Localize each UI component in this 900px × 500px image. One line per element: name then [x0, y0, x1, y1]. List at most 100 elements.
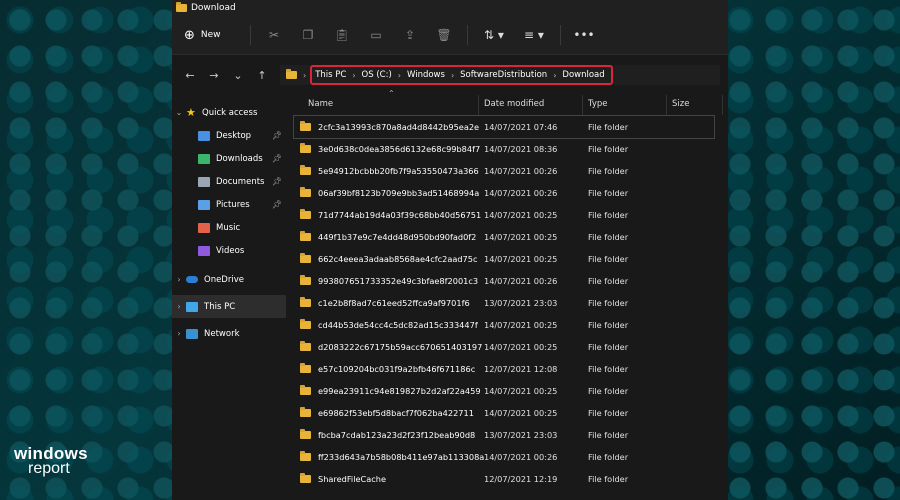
list-item[interactable]: d2083222c67175b59acc670651403197 14/07/20…: [286, 336, 728, 358]
sidebar-item-downloads[interactable]: Downloads 📌︎: [172, 147, 286, 170]
list-item[interactable]: fbcba7cdab123a23d2f23f12beab90d8 13/07/20…: [286, 424, 728, 446]
list-item[interactable]: 71d7744ab19d4a03f39c68bb40d56751 14/07/20…: [286, 204, 728, 226]
list-item[interactable]: 993807651733352e49c3bfae8f2001c3 14/07/20…: [286, 270, 728, 292]
sidebar-item-desktop[interactable]: Desktop 📌︎: [172, 124, 286, 147]
breadcrumb-windows[interactable]: Windows: [407, 70, 445, 80]
network-icon: [186, 328, 198, 339]
column-header-type[interactable]: Type: [588, 99, 608, 109]
breadcrumb-this-pc[interactable]: This PC: [315, 70, 346, 80]
list-item[interactable]: cd44b53de54cc4c5dc82ad15c333447f 14/07/20…: [286, 314, 728, 336]
sidebar-item-music[interactable]: Music: [172, 216, 286, 239]
navigation-pane: ⌄ ★ Quick access Desktop 📌︎ Downloads 📌︎ Doc…: [172, 95, 286, 500]
chevron-right-icon[interactable]: ›: [451, 71, 454, 80]
column-divider[interactable]: [722, 95, 723, 115]
delete-button[interactable]: 🗑︎: [427, 28, 461, 42]
file-name: e69862f53ebf5d8bacf7f062ba422711: [318, 408, 474, 418]
pictures-icon: [198, 199, 210, 210]
cut-button[interactable]: ✂: [257, 28, 291, 42]
chevron-right-icon[interactable]: ›: [553, 71, 556, 80]
recent-locations-button[interactable]: ⌄: [226, 69, 250, 82]
list-item[interactable]: ff233d643a7b58b08b411e97ab113308a 14/07/2…: [286, 446, 728, 468]
list-item[interactable]: 449f1b37e9c7e4dd48d950bd90fad0f2 14/07/20…: [286, 226, 728, 248]
back-button[interactable]: ←: [178, 69, 202, 82]
arrow-left-icon: ←: [185, 68, 195, 82]
chevron-down-icon: ⌄: [233, 68, 243, 82]
folder-icon: [300, 429, 311, 439]
file-date: 12/07/2021 12:19: [484, 474, 558, 484]
forward-button[interactable]: →: [202, 69, 226, 82]
chevron-right-icon[interactable]: ›: [172, 329, 186, 338]
file-type: File folder: [588, 254, 629, 264]
sidebar-item-documents[interactable]: Documents 📌︎: [172, 170, 286, 193]
more-options-button[interactable]: •••: [567, 28, 601, 42]
chevron-right-icon[interactable]: ›: [172, 275, 186, 284]
file-name: e99ea23911c94e819827b2d2af22a459: [318, 386, 481, 396]
chevron-down-icon[interactable]: ⌄: [172, 108, 186, 117]
list-item[interactable]: e57c109204bc031f9a2bfb46f671186c 12/07/20…: [286, 358, 728, 380]
column-header-date[interactable]: Date modified: [484, 99, 544, 109]
up-button[interactable]: ↑: [250, 69, 274, 82]
list-item[interactable]: 06af39bf8123b709e9bb3ad51468994a 14/07/20…: [286, 182, 728, 204]
file-date: 14/07/2021 00:25: [484, 342, 558, 352]
computer-icon: [186, 301, 198, 312]
list-item[interactable]: 5e94912bcbbb20fb7f9a53550473a366 14/07/20…: [286, 160, 728, 182]
sidebar-item-label: Pictures: [216, 199, 250, 210]
file-name: 06af39bf8123b709e9bb3ad51468994a: [318, 188, 480, 198]
file-name: 3e0d638c0dea3856d6132e68c99b84f7: [318, 144, 481, 154]
sidebar-item-onedrive[interactable]: › OneDrive: [172, 268, 286, 291]
chevron-right-icon[interactable]: ›: [172, 302, 186, 311]
list-item[interactable]: 2cfc3a13993c870a8ad4d8442b95ea2e 14/07/20…: [293, 115, 715, 139]
trash-icon: 🗑︎: [436, 28, 452, 42]
list-item[interactable]: e99ea23911c94e819827b2d2af22a459 14/07/20…: [286, 380, 728, 402]
folder-icon: [300, 385, 311, 395]
column-divider[interactable]: [478, 95, 479, 115]
paste-button[interactable]: 📋︎: [325, 28, 359, 42]
chevron-right-icon[interactable]: ›: [352, 71, 355, 80]
arrow-right-icon: →: [209, 68, 219, 82]
file-type: File folder: [588, 298, 629, 308]
plus-icon: ⊕: [184, 27, 195, 43]
column-divider[interactable]: [666, 95, 667, 115]
file-name: 71d7744ab19d4a03f39c68bb40d56751: [318, 210, 482, 220]
breadcrumb-softwaredistribution[interactable]: SoftwareDistribution: [460, 70, 547, 80]
file-name: c1e2b8f8ad7c61eed52ffca9af9701f6: [318, 298, 470, 308]
more-icon: •••: [573, 28, 595, 42]
address-bar[interactable]: › This PC › OS (C:) › Windows › Software…: [280, 65, 720, 85]
sidebar-item-network[interactable]: › Network: [172, 322, 286, 345]
chevron-right-icon[interactable]: ›: [398, 71, 401, 80]
column-header-size[interactable]: Size: [672, 99, 689, 109]
view-button[interactable]: ≡ ▾: [514, 28, 554, 42]
sort-button[interactable]: ⇅ ▾: [474, 28, 514, 42]
cloud-icon: [186, 276, 198, 283]
column-header-name[interactable]: Name: [308, 99, 333, 109]
sidebar-item-quick-access[interactable]: ⌄ ★ Quick access: [172, 101, 286, 124]
list-item[interactable]: c1e2b8f8ad7c61eed52ffca9af9701f6 13/07/20…: [286, 292, 728, 314]
list-item[interactable]: SharedFileCache 12/07/2021 12:19 File fold…: [286, 468, 728, 490]
new-button[interactable]: ⊕ New: [184, 28, 244, 43]
title-bar[interactable]: Download: [172, 0, 728, 16]
breadcrumb-os-c[interactable]: OS (C:): [362, 70, 392, 80]
share-button[interactable]: ⇪: [393, 28, 427, 42]
list-item[interactable]: e69862f53ebf5d8bacf7f062ba422711 14/07/20…: [286, 402, 728, 424]
list-item[interactable]: 3e0d638c0dea3856d6132e68c99b84f7 14/07/20…: [286, 138, 728, 160]
column-divider[interactable]: [582, 95, 583, 115]
column-header-row: ⌃ Name Date modified Type Size: [286, 89, 728, 115]
folder-icon: [300, 231, 311, 241]
sidebar-item-this-pc[interactable]: › This PC: [172, 295, 286, 318]
videos-icon: [198, 245, 210, 256]
list-item[interactable]: 662c4eeea3adaab8568ae4cfc2aad75c 14/07/20…: [286, 248, 728, 270]
view-list-icon: ≡ ▾: [524, 28, 544, 42]
breadcrumb-download[interactable]: Download: [562, 70, 604, 80]
share-icon: ⇪: [404, 28, 416, 42]
sidebar-item-pictures[interactable]: Pictures 📌︎: [172, 193, 286, 216]
file-type: File folder: [588, 276, 629, 286]
sidebar-item-label: Quick access: [202, 107, 258, 118]
rename-button[interactable]: ▭: [359, 28, 393, 42]
file-list: ⌃ Name Date modified Type Size 2cfc3a139…: [286, 89, 728, 500]
file-type: File folder: [588, 452, 629, 462]
file-type: File folder: [588, 232, 629, 242]
file-type: File folder: [588, 386, 629, 396]
copy-button[interactable]: ❐: [291, 28, 325, 42]
watermark-line2: report: [28, 460, 70, 477]
sidebar-item-videos[interactable]: Videos: [172, 239, 286, 262]
